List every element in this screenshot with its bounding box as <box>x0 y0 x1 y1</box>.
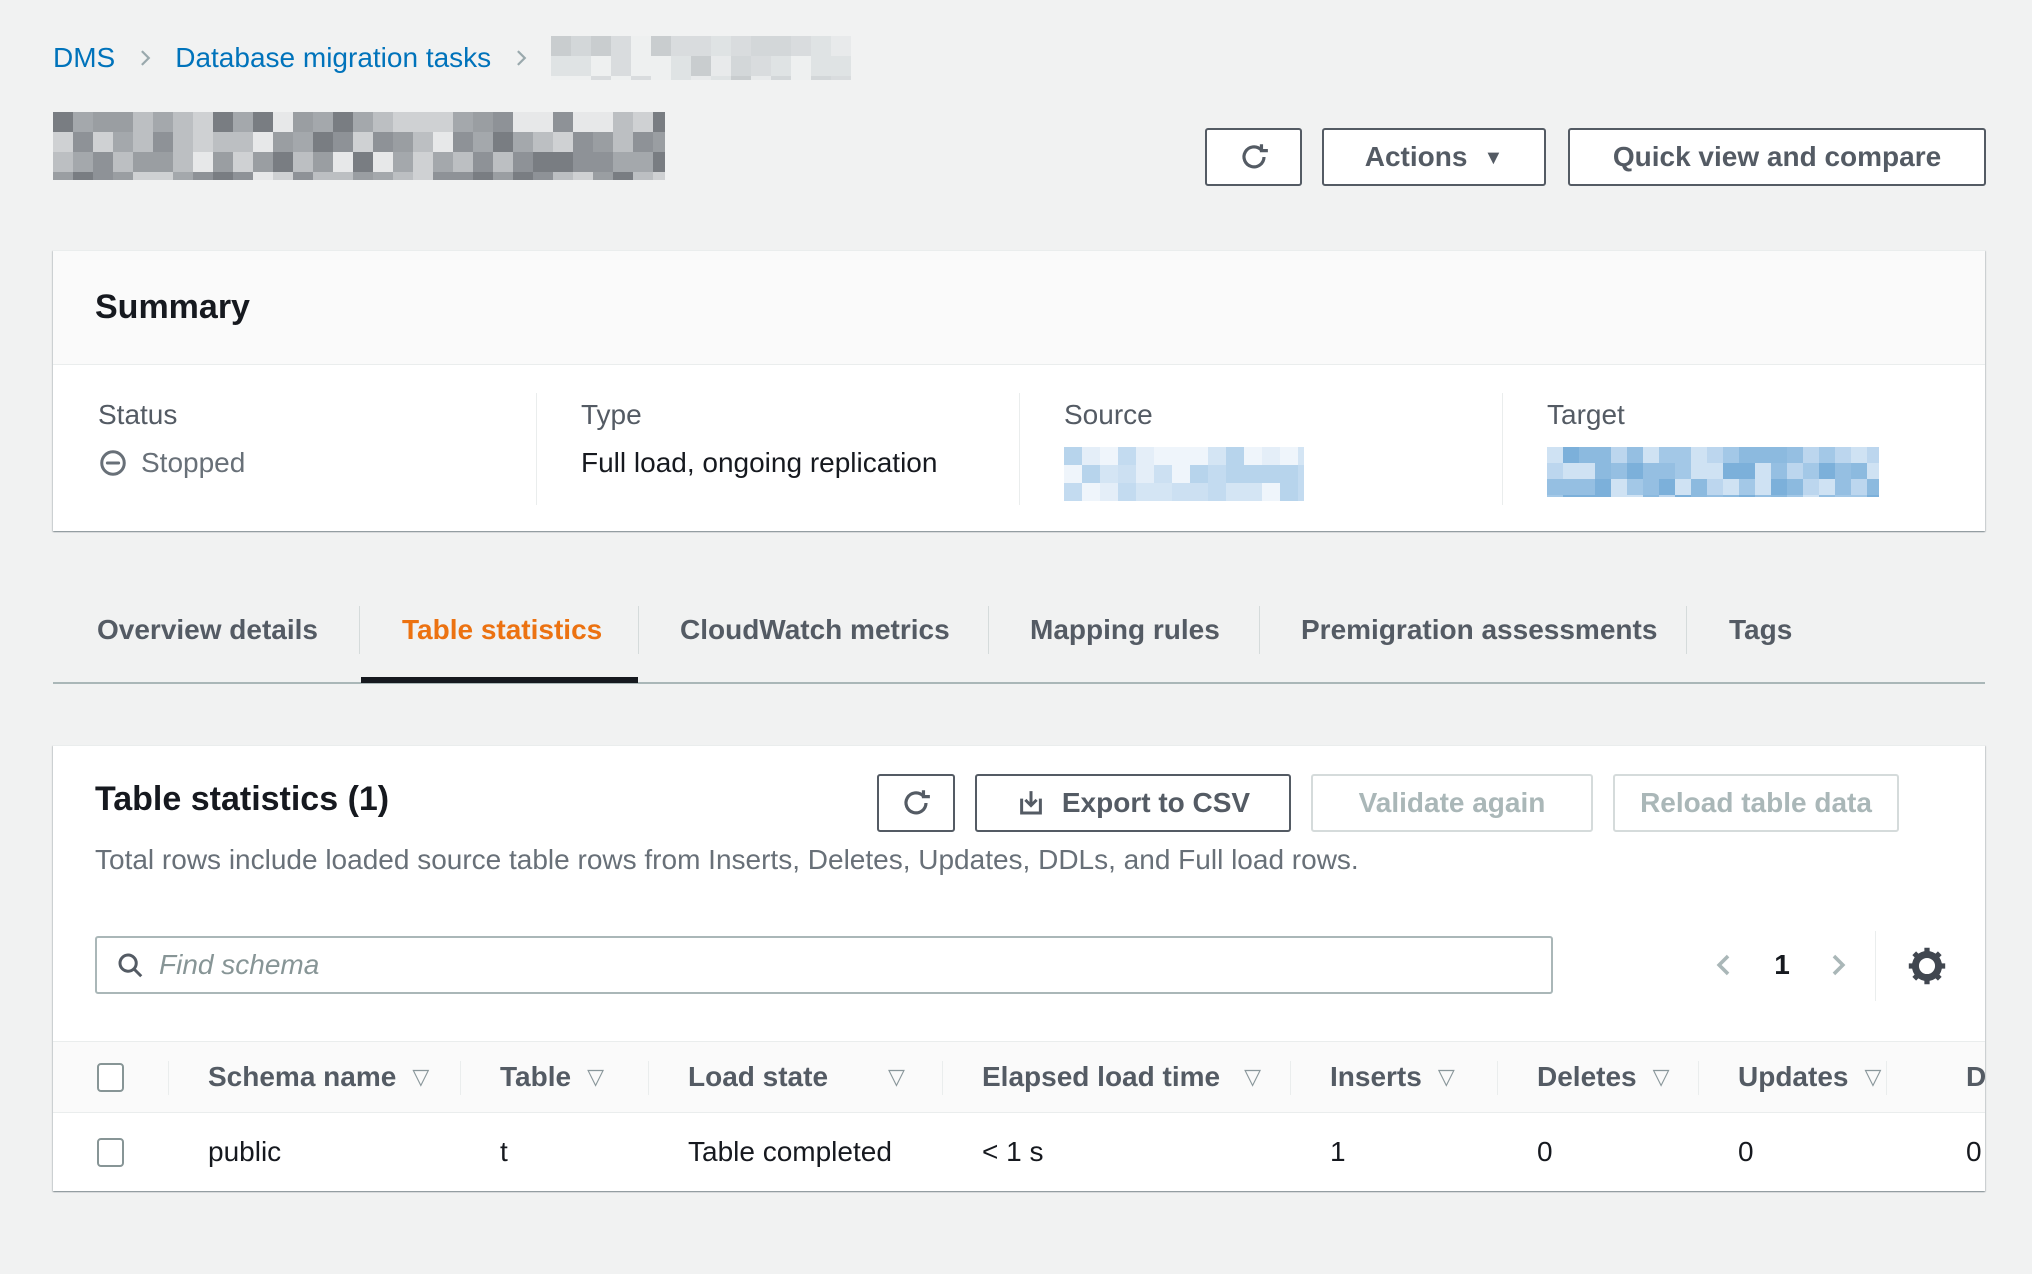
tab-divider <box>1686 606 1687 654</box>
table-row: public t Table completed < 1 s 1 0 0 0 <box>53 1113 1985 1191</box>
column-header-schema-name[interactable]: Schema name ▽ <box>168 1042 460 1112</box>
chevron-right-icon <box>511 48 531 68</box>
cell-table: t <box>460 1113 648 1191</box>
row-checkbox[interactable] <box>97 1138 124 1167</box>
cell-ddls: 0 <box>1886 1113 1985 1191</box>
sort-icon: ▽ <box>587 1064 604 1090</box>
summary-status-field: Status Stopped <box>53 365 536 531</box>
table-refresh-button[interactable] <box>877 774 955 832</box>
tab-cloudwatch-metrics[interactable]: CloudWatch metrics <box>680 604 950 656</box>
table-statistics-table: Schema name ▽ Table ▽ Load state ▽ Elaps… <box>53 1041 1985 1191</box>
source-label: Source <box>1064 399 1482 431</box>
target-label: Target <box>1547 399 1965 431</box>
pagination-current-page[interactable]: 1 <box>1751 936 1813 994</box>
cell-deletes: 0 <box>1497 1113 1698 1191</box>
sort-icon: ▽ <box>1864 1064 1881 1090</box>
type-label: Type <box>581 399 999 431</box>
sort-icon: ▽ <box>412 1064 429 1090</box>
tabs-baseline <box>53 682 1985 684</box>
select-all-checkbox-cell <box>53 1042 168 1112</box>
chevron-right-icon <box>135 48 155 68</box>
redacted-breadcrumb-task-name <box>551 36 851 80</box>
table-statistics-description: Total rows include loaded source table r… <box>95 844 1359 876</box>
tab-mapping-rules[interactable]: Mapping rules <box>1030 604 1220 656</box>
reload-table-data-button: Reload table data <box>1613 774 1899 832</box>
redacted-page-title <box>53 112 665 180</box>
select-all-checkbox[interactable] <box>97 1063 124 1092</box>
cell-schema-name: public <box>168 1113 460 1191</box>
status-label: Status <box>98 399 516 431</box>
tab-premigration-assessments[interactable]: Premigration assessments <box>1301 604 1657 656</box>
validate-again-button: Validate again <box>1311 774 1593 832</box>
download-icon <box>1016 788 1046 818</box>
cell-elapsed-load-time: < 1 s <box>942 1113 1290 1191</box>
column-header-deletes[interactable]: Deletes ▽ <box>1497 1042 1698 1112</box>
status-value: Stopped <box>141 447 245 479</box>
actions-button-label: Actions <box>1365 141 1468 173</box>
type-value: Full load, ongoing replication <box>581 447 999 479</box>
sort-icon: ▽ <box>888 1064 905 1090</box>
redacted-source-endpoint-link[interactable] <box>1064 447 1304 501</box>
active-tab-underline <box>361 677 638 683</box>
table-statistics-panel: Table statistics (1) Total rows include … <box>53 745 1985 1191</box>
reload-button-label: Reload table data <box>1640 787 1872 819</box>
tools-divider <box>1875 931 1876 1001</box>
cell-updates: 0 <box>1698 1113 1886 1191</box>
refresh-icon <box>1238 141 1270 173</box>
column-header-elapsed-load-time[interactable]: Elapsed load time ▽ <box>942 1042 1290 1112</box>
refresh-icon <box>900 787 932 819</box>
refresh-button[interactable] <box>1205 128 1302 186</box>
tab-divider <box>988 606 989 654</box>
column-header-inserts[interactable]: Inserts ▽ <box>1290 1042 1497 1112</box>
quick-view-button-label: Quick view and compare <box>1613 141 1941 173</box>
tab-table-statistics[interactable]: Table statistics <box>402 604 602 656</box>
gear-icon <box>1906 945 1948 987</box>
column-header-table[interactable]: Table ▽ <box>460 1042 648 1112</box>
cell-load-state: Table completed <box>648 1113 942 1191</box>
stopped-icon <box>98 448 128 478</box>
quick-view-and-compare-button[interactable]: Quick view and compare <box>1568 128 1986 186</box>
redacted-target-endpoint-link[interactable] <box>1547 447 1879 497</box>
tab-divider <box>359 606 360 654</box>
summary-type-field: Type Full load, ongoing replication <box>536 365 1019 531</box>
caret-down-icon: ▼ <box>1483 147 1503 170</box>
breadcrumb-link-dms[interactable]: DMS <box>53 42 115 74</box>
summary-panel: Summary Status Stopped Type Full load, o… <box>53 250 1985 531</box>
export-button-label: Export to CSV <box>1062 787 1250 819</box>
table-header-row: Schema name ▽ Table ▽ Load state ▽ Elaps… <box>53 1041 1985 1113</box>
summary-source-field: Source <box>1019 365 1502 531</box>
summary-target-field: Target <box>1502 365 1985 531</box>
search-input[interactable] <box>159 940 1541 990</box>
pagination-next-button[interactable] <box>1815 936 1861 994</box>
detail-tabs: Overview details Table statistics CloudW… <box>53 600 1985 690</box>
tab-tags[interactable]: Tags <box>1729 604 1792 656</box>
schema-search-box <box>95 936 1553 994</box>
column-header-ddls-cut[interactable]: D <box>1886 1042 1985 1112</box>
search-icon <box>115 950 145 980</box>
summary-title: Summary <box>95 288 250 327</box>
tab-divider <box>638 606 639 654</box>
table-statistics-title: Table statistics (1) <box>95 780 389 819</box>
validate-button-label: Validate again <box>1359 787 1546 819</box>
column-header-load-state[interactable]: Load state ▽ <box>648 1042 942 1112</box>
sort-icon: ▽ <box>1438 1064 1455 1090</box>
status-badge: Stopped <box>98 447 516 479</box>
breadcrumb-link-tasks[interactable]: Database migration tasks <box>175 42 491 74</box>
row-checkbox-cell <box>53 1113 168 1191</box>
tab-divider <box>1259 606 1260 654</box>
column-header-updates[interactable]: Updates ▽ <box>1698 1042 1886 1112</box>
tab-overview-details[interactable]: Overview details <box>97 604 318 656</box>
breadcrumb: DMS Database migration tasks <box>53 34 851 82</box>
export-to-csv-button[interactable]: Export to CSV <box>975 774 1291 832</box>
sort-icon: ▽ <box>1244 1064 1261 1090</box>
table-settings-button[interactable] <box>1905 944 1949 988</box>
sort-icon: ▽ <box>1653 1064 1670 1090</box>
cell-inserts: 1 <box>1290 1113 1497 1191</box>
actions-button[interactable]: Actions ▼ <box>1322 128 1546 186</box>
pagination-previous-button[interactable] <box>1701 936 1747 994</box>
